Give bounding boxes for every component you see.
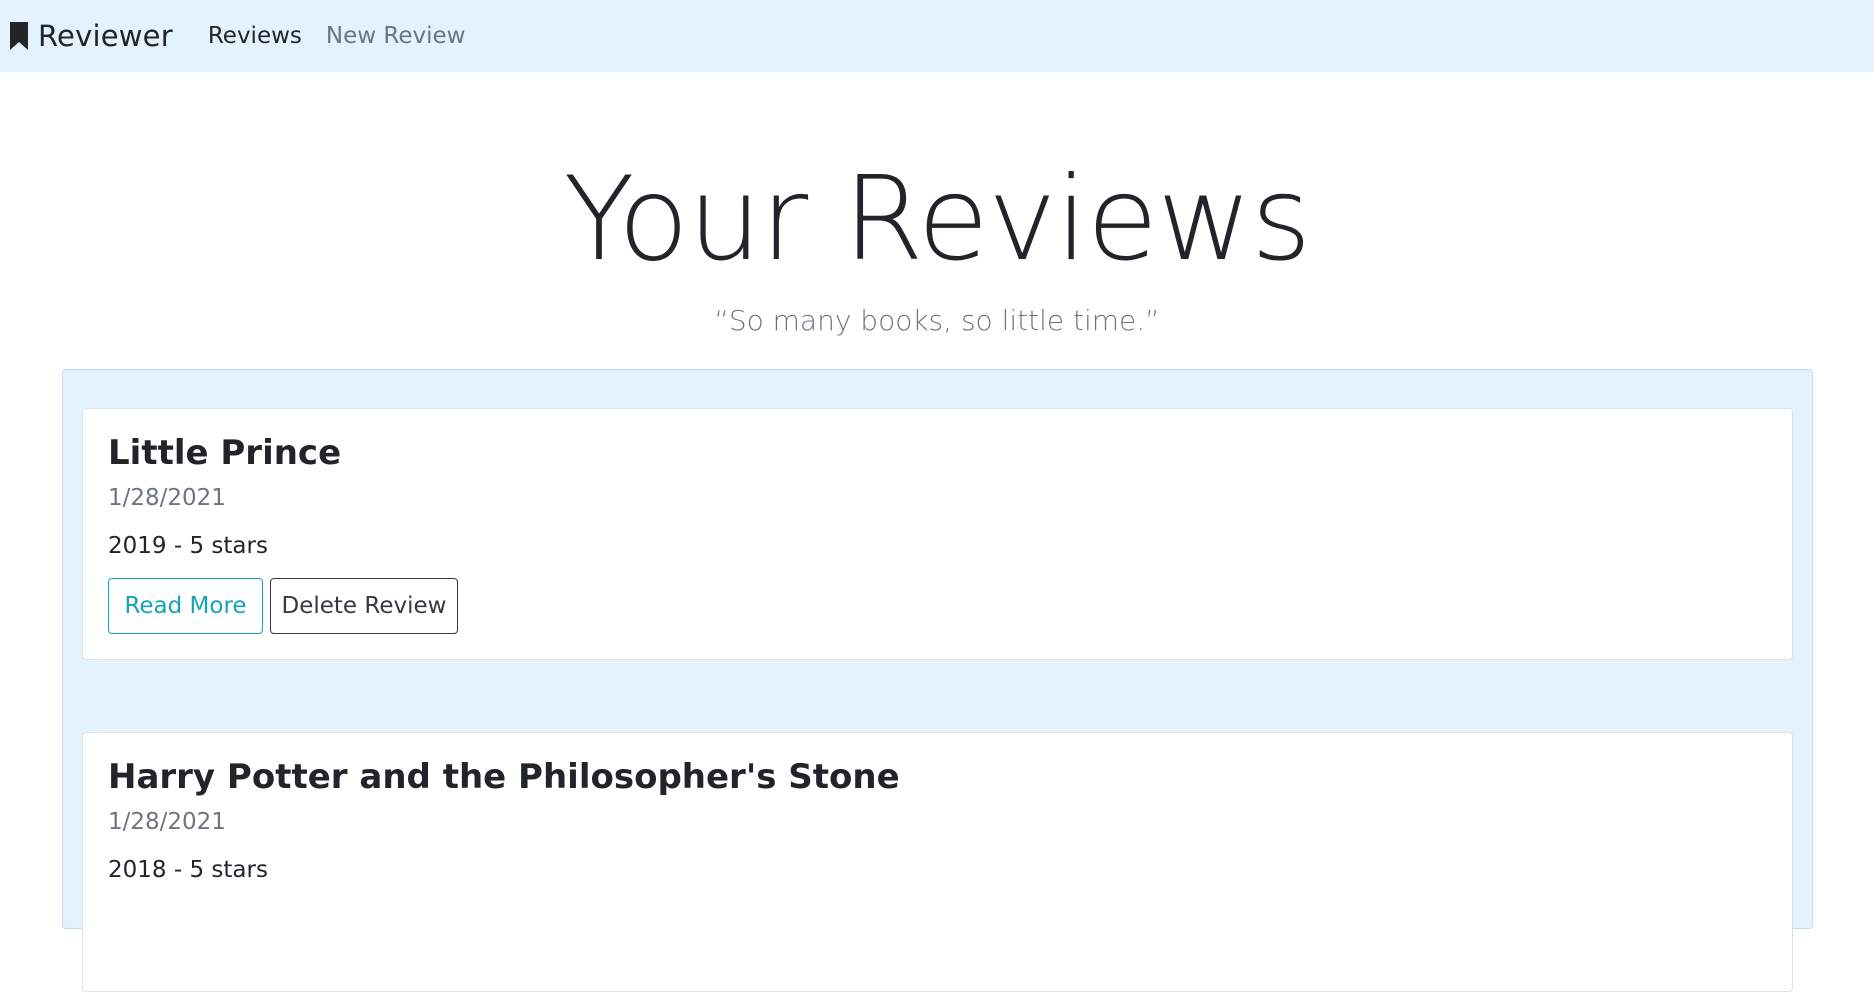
review-card: Little Prince 1/28/2021 2019 - 5 stars R…: [82, 408, 1793, 660]
review-title: Harry Potter and the Philosopher's Stone: [108, 757, 900, 797]
bookmark-icon: [8, 21, 30, 51]
nav-link-new-review[interactable]: New Review: [326, 0, 466, 72]
delete-review-button[interactable]: Delete Review: [270, 578, 458, 634]
review-summary: 2019 - 5 stars: [108, 533, 268, 559]
navbar: Reviewer Reviews New Review: [0, 0, 1874, 72]
read-more-button[interactable]: Read More: [108, 578, 263, 634]
brand-link[interactable]: Reviewer: [8, 0, 173, 72]
review-date: 1/28/2021: [108, 485, 226, 511]
review-card: Harry Potter and the Philosopher's Stone…: [82, 732, 1793, 992]
nav-link-reviews[interactable]: Reviews: [208, 0, 302, 72]
reviews-panel: Little Prince 1/28/2021 2019 - 5 stars R…: [62, 369, 1813, 992]
review-summary: 2018 - 5 stars: [108, 857, 268, 883]
review-title: Little Prince: [108, 433, 342, 473]
page-subtitle: “So many books, so little time.”: [714, 304, 1160, 337]
review-date: 1/28/2021: [108, 809, 226, 835]
page-title: Your Reviews: [563, 152, 1312, 287]
brand-name: Reviewer: [38, 19, 173, 53]
